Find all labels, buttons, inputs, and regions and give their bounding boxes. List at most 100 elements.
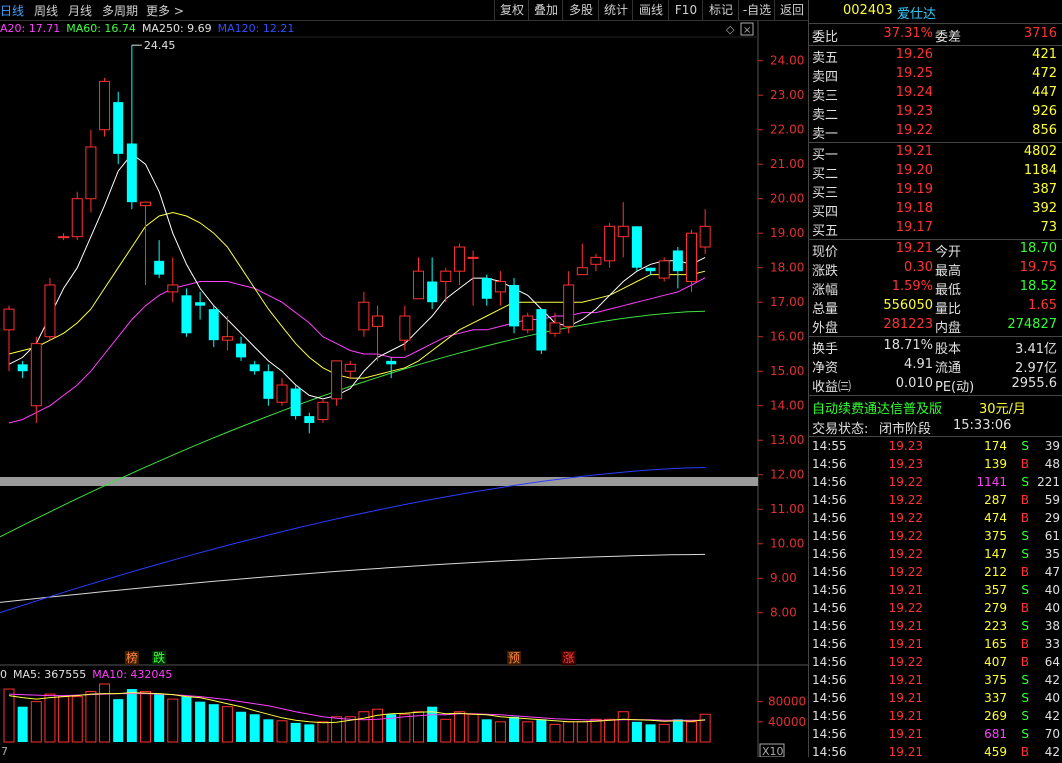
candle[interactable] [440, 267, 452, 303]
candle[interactable] [331, 360, 343, 406]
event-marker[interactable]: 预 [507, 651, 522, 665]
volume-bar[interactable] [154, 694, 165, 742]
volume-bar[interactable] [686, 721, 697, 743]
volume-bar[interactable] [317, 721, 329, 743]
volume-bar[interactable] [522, 721, 534, 743]
event-marker[interactable]: 榜 [124, 650, 139, 665]
candle[interactable] [195, 291, 206, 320]
candle[interactable] [658, 257, 670, 282]
volume-bar[interactable] [440, 718, 452, 743]
tab-period-1[interactable]: 周线 [34, 2, 58, 19]
candle[interactable] [276, 378, 288, 406]
diamond-icon[interactable]: ◇ [726, 23, 735, 36]
candle[interactable] [536, 309, 547, 354]
volume-bar[interactable] [672, 719, 683, 742]
candle[interactable] [522, 312, 534, 334]
candle[interactable] [44, 278, 56, 341]
candle[interactable] [181, 288, 192, 337]
volume-bar[interactable] [631, 721, 642, 742]
volume-bar[interactable] [590, 718, 602, 743]
volume-bar[interactable] [576, 721, 588, 743]
candle[interactable] [85, 129, 97, 213]
toolbar-button-3[interactable]: 统计 [598, 0, 633, 20]
candle[interactable] [617, 202, 629, 258]
candle[interactable] [372, 305, 384, 361]
tab-period-3[interactable]: 多周期 [102, 2, 138, 19]
volume-bar[interactable] [167, 698, 179, 743]
candle[interactable] [58, 233, 70, 241]
candle[interactable] [154, 240, 165, 279]
candle[interactable] [509, 278, 520, 334]
toolbar-button-4[interactable]: 画线 [632, 0, 669, 20]
candle[interactable] [290, 385, 301, 420]
toolbar-button-1[interactable]: 叠加 [528, 0, 563, 20]
volume-bar[interactable] [17, 706, 28, 742]
volume-bar[interactable] [372, 708, 384, 743]
event-marker[interactable]: 涨 [561, 650, 576, 665]
promo-row[interactable]: 自动续费通达信普及版 30元/月 [809, 397, 1062, 417]
volume-bar[interactable] [494, 721, 506, 743]
candle[interactable] [672, 247, 683, 289]
toolbar-button-7[interactable]: -自选 [738, 0, 775, 20]
volume-bar[interactable] [221, 706, 233, 743]
candle[interactable] [71, 191, 83, 241]
candle[interactable] [140, 201, 151, 285]
volume-bar[interactable] [604, 718, 616, 743]
volume-bar[interactable] [563, 721, 575, 743]
candle[interactable] [221, 316, 233, 351]
candle[interactable] [167, 257, 179, 303]
toolbar-button-5[interactable]: F10 [668, 0, 703, 20]
volume-bar[interactable] [481, 719, 492, 742]
candle[interactable] [113, 91, 124, 165]
volume-bar[interactable] [399, 713, 411, 743]
candle[interactable] [386, 357, 397, 379]
tab-period-4[interactable]: 更多 > [146, 2, 184, 19]
volume-bar[interactable] [290, 722, 301, 742]
volume-bar[interactable] [304, 724, 315, 742]
volume-bar[interactable] [263, 719, 274, 742]
candle[interactable] [563, 271, 575, 334]
volume-bar[interactable] [126, 689, 137, 742]
volume-bar[interactable] [699, 713, 711, 743]
volume-bar[interactable] [44, 693, 56, 743]
volume-bar[interactable] [208, 704, 219, 742]
volume-bar[interactable] [195, 701, 206, 742]
candle[interactable] [344, 360, 356, 379]
volume-bar[interactable] [140, 691, 151, 743]
candle[interactable] [699, 209, 711, 254]
candle[interactable] [453, 243, 465, 285]
volume-bar[interactable] [30, 701, 42, 743]
candle[interactable] [304, 412, 315, 434]
volume-bar[interactable] [276, 720, 288, 743]
volume-bar[interactable] [85, 691, 97, 743]
candle[interactable] [317, 398, 329, 423]
candle[interactable] [236, 336, 247, 361]
toolbar-button-2[interactable]: 多股 [562, 0, 599, 20]
volume-bar[interactable] [249, 714, 260, 742]
volume-bar[interactable] [331, 716, 343, 743]
toolbar-button-6[interactable]: 标记 [702, 0, 739, 20]
candle[interactable] [645, 267, 656, 275]
vol-unit[interactable]: X10 [762, 745, 784, 757]
candle[interactable] [30, 336, 42, 423]
candle[interactable] [358, 291, 370, 337]
volume-bar[interactable] [453, 711, 465, 743]
tab-period-0[interactable]: 日线 [0, 2, 24, 19]
candle[interactable] [126, 45, 137, 210]
volume-bar[interactable] [113, 699, 124, 742]
volume-bar[interactable] [58, 696, 70, 743]
candle[interactable] [590, 253, 602, 272]
candle[interactable] [604, 222, 616, 268]
volume-bar[interactable] [3, 688, 15, 743]
candle[interactable] [99, 77, 111, 137]
candle[interactable] [208, 305, 219, 348]
candle[interactable] [631, 226, 642, 272]
candle[interactable] [494, 271, 506, 306]
volume-bar[interactable] [358, 711, 370, 743]
volume-bar[interactable] [509, 716, 520, 742]
tab-period-2[interactable]: 月线 [68, 2, 92, 19]
volume-bar[interactable] [536, 719, 547, 742]
toolbar-button-0[interactable]: 复权 [494, 0, 529, 20]
candle[interactable] [481, 274, 492, 306]
candle[interactable] [263, 364, 274, 406]
